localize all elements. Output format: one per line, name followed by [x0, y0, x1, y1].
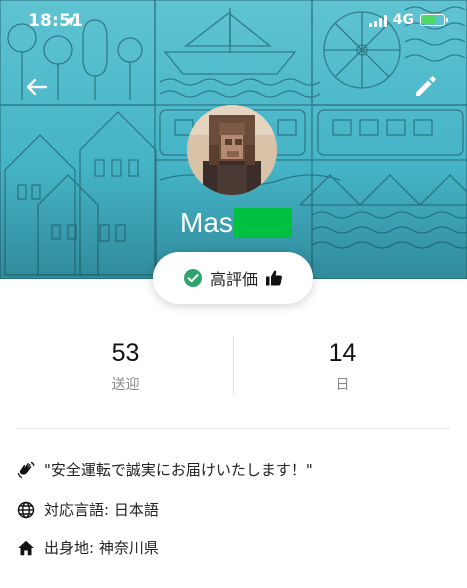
- back-button[interactable]: [24, 74, 50, 100]
- stat-days: 14 日: [226, 336, 459, 394]
- info-language: 対応言語: 日本語: [17, 499, 159, 520]
- stat-value: 14: [328, 339, 357, 367]
- language-text: 対応言語: 日本語: [44, 501, 159, 519]
- stat-value: 53: [111, 339, 140, 367]
- stat-label: 日: [335, 377, 350, 393]
- check-circle-icon: [183, 269, 202, 287]
- info-intro: "安全運転で誠実にお届けいたします！": [17, 459, 313, 480]
- rating-label: 高評価: [209, 270, 258, 289]
- stat-trips: 53 送迎: [9, 336, 242, 394]
- stat-label: 送迎: [111, 377, 140, 393]
- section-divider: [17, 428, 450, 429]
- trip-stats: 53 送迎 14 日: [0, 336, 467, 398]
- location-arrow-icon: [64, 16, 75, 26]
- hometown-text: 出身地: 神奈川県: [44, 539, 159, 557]
- rating-badge: 高評価: [153, 252, 313, 304]
- driver-profile-screen: 18:51 4G Mas 高評価 53 送迎 14 日 "安全運転で誠実にお届け…: [0, 0, 467, 588]
- status-indicators: 4G: [64, 12, 448, 28]
- pixelated-avatar: [187, 105, 277, 195]
- battery-level: [422, 16, 436, 23]
- network-type: 4G: [392, 12, 414, 28]
- signal-strength-icon: [368, 14, 387, 27]
- name-redaction: [233, 208, 292, 238]
- info-hometown: 出身地: 神奈川県: [17, 537, 159, 558]
- driver-name: Mas: [180, 207, 292, 239]
- intro-text: "安全運転で誠実にお届けいたします！": [44, 461, 313, 479]
- edit-button[interactable]: [413, 73, 439, 99]
- globe-icon: [17, 501, 35, 518]
- waving-hand-icon: [17, 461, 35, 478]
- thumbs-up-icon: [266, 270, 282, 286]
- header-banner: 18:51 4G Mas: [0, 0, 467, 279]
- home-icon: [18, 540, 34, 555]
- pencil-icon: [416, 76, 436, 96]
- avatar: [187, 105, 277, 195]
- battery-icon: [420, 14, 448, 26]
- driver-name-text: Mas: [180, 207, 233, 238]
- arrow-left-icon: [26, 78, 48, 96]
